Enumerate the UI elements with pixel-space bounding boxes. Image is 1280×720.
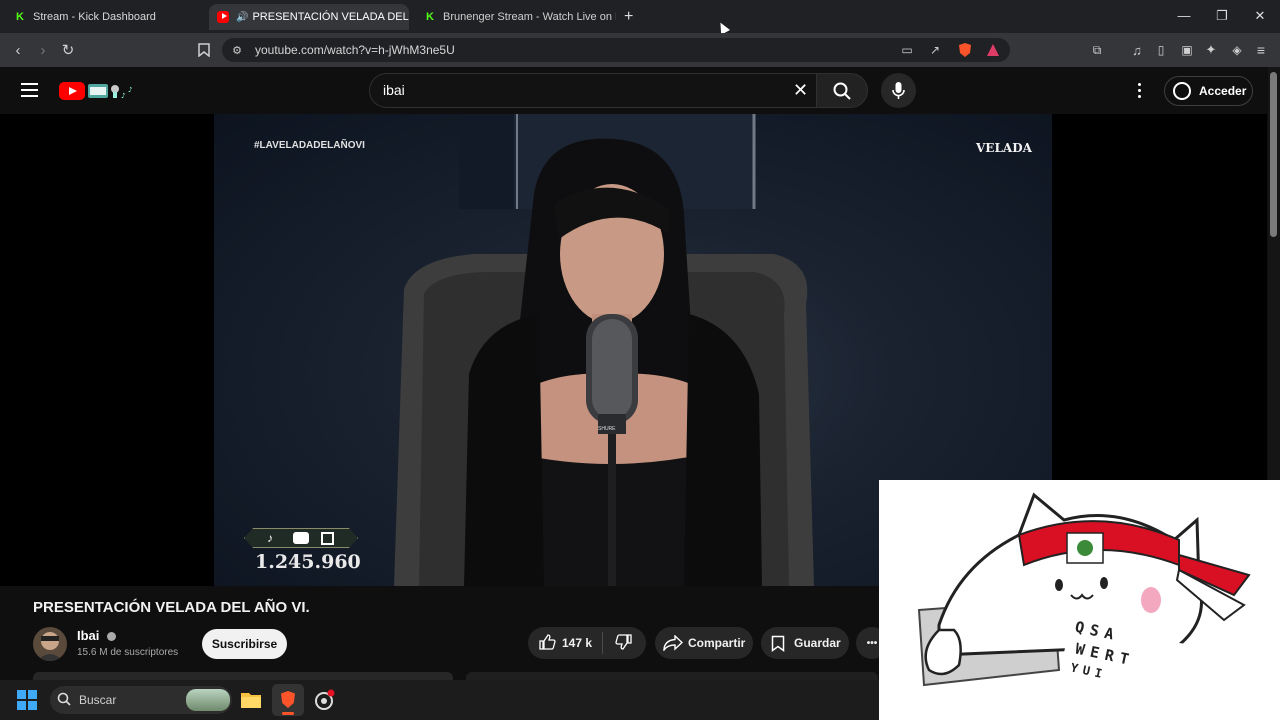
wallet-icon[interactable]: ▣ [1178, 41, 1196, 59]
obs-app-icon[interactable] [314, 689, 336, 711]
search-input[interactable] [369, 73, 817, 108]
key-t: T [1117, 648, 1137, 670]
clear-search-icon[interactable]: ✕ [793, 80, 808, 101]
channel-name[interactable]: Ibai [77, 628, 117, 643]
channel-avatar[interactable] [33, 627, 67, 661]
search-button[interactable] [816, 73, 868, 108]
tab-title: Stream - Kick Dashboard [33, 11, 156, 23]
minimize-button[interactable]: — [1174, 8, 1194, 23]
youtube-icon [217, 11, 229, 23]
mic-brand: SHURE [598, 426, 616, 432]
twitch-icon [321, 532, 334, 545]
share-button[interactable]: Compartir [655, 627, 753, 659]
tab-youtube-video[interactable]: 🔊 PRESENTACIÓN VELADA DEL ✕ [209, 4, 409, 30]
like-count: 147 k [562, 636, 593, 650]
tiktok-icon: ♪ [267, 531, 273, 545]
subscribe-button[interactable]: Suscribirse [202, 629, 287, 659]
like-dislike-group: 147 k [528, 627, 646, 659]
description-box[interactable] [33, 672, 453, 680]
cat-paw-pad [1141, 587, 1161, 613]
social-icons-bar: ♪ [244, 528, 358, 548]
kick-icon: K [16, 11, 24, 23]
recommendation-box[interactable] [466, 672, 878, 680]
brave-taskbar-icon[interactable] [272, 684, 304, 716]
svg-text:♪: ♪ [121, 92, 125, 100]
divider [602, 632, 604, 654]
settings-more-icon[interactable] [1138, 83, 1143, 98]
save-icon [771, 635, 785, 652]
save-label: Guardar [794, 636, 841, 650]
channel-name-text[interactable]: Ibai [77, 628, 99, 643]
tab-title: PRESENTACIÓN VELADA DEL [252, 11, 409, 23]
cat-eye-left [1055, 579, 1063, 591]
restore-button[interactable]: ❐ [1212, 8, 1232, 24]
forward-icon[interactable]: › [34, 41, 52, 59]
key-i: I [1093, 665, 1109, 682]
close-window-button[interactable]: ✕ [1250, 8, 1270, 24]
tab-kick-dashboard[interactable]: K Stream - Kick Dashboard [6, 4, 206, 30]
bongo-cat-overlay: QSA WERT YUI [879, 480, 1280, 720]
media-icon[interactable]: ♫ [1128, 41, 1146, 59]
account-icon [1173, 82, 1191, 100]
cast-icon[interactable]: ▭ [898, 41, 916, 59]
file-explorer-icon[interactable] [240, 689, 262, 709]
bookmark-icon[interactable] [195, 41, 213, 59]
screenshot-icon[interactable]: ⧉ [1088, 41, 1106, 59]
leo-ai-icon[interactable]: ✦ [1202, 41, 1220, 59]
peru-coat-of-arms-icon [1077, 540, 1093, 556]
key-a: A [1102, 623, 1122, 645]
youtube-doodle-logo[interactable]: ♪ ♪ [88, 81, 136, 101]
thumb-down-icon [615, 633, 632, 650]
hamburger-menu-icon[interactable] [21, 83, 38, 97]
verified-icon [107, 632, 117, 642]
url-text[interactable]: youtube.com/watch?v=h-jWhM3ne5U [255, 43, 455, 57]
site-info-icon[interactable]: ⚙ [228, 41, 246, 59]
velada-logo: VELADA [976, 141, 1032, 155]
speaker-icon: 🔊 [236, 11, 249, 23]
back-icon[interactable]: ‹ [9, 41, 27, 59]
brave-rewards-icon[interactable] [984, 41, 1002, 59]
vpn-icon[interactable]: ◈ [1228, 41, 1246, 59]
share-label: Compartir [688, 636, 746, 650]
scrollbar-thumb[interactable] [1270, 72, 1277, 237]
sign-in-button[interactable]: Acceder [1164, 76, 1253, 106]
video-hashtag: #LAVELADADELAÑOVI [254, 140, 365, 151]
sign-in-label: Acceder [1199, 84, 1247, 98]
windows-start-icon[interactable] [17, 690, 37, 710]
cat-eye-right [1100, 577, 1108, 589]
subscriber-count: 15.6 M de suscriptores [77, 647, 179, 658]
youtube-small-icon [293, 532, 309, 544]
viewer-counter: 1.245.960 [255, 551, 361, 573]
video-title: PRESENTACIÓN VELADA DEL AÑO VI. [33, 599, 310, 616]
search-query[interactable]: ibai [383, 82, 405, 98]
tab-brunenger-stream[interactable]: K Brunenger Stream - Watch Live on Ki [416, 4, 616, 30]
like-button[interactable] [538, 633, 556, 654]
share-arrow-icon [663, 635, 683, 651]
menu-icon[interactable]: ≡ [1252, 41, 1270, 59]
sidebar-icon[interactable]: ▯ [1152, 41, 1170, 59]
new-tab-button[interactable]: + [624, 8, 633, 26]
kick-icon: K [426, 11, 434, 23]
youtube-logo-icon[interactable] [59, 82, 85, 100]
share-icon[interactable]: ↗ [926, 41, 944, 59]
save-button[interactable]: Guardar [761, 627, 849, 659]
reload-icon[interactable]: ↻ [59, 41, 77, 59]
taskbar-search-icon [57, 692, 71, 711]
brave-shield-icon[interactable] [956, 41, 974, 59]
dislike-button[interactable] [615, 633, 633, 654]
tab-title: Brunenger Stream - Watch Live on Ki [443, 11, 616, 23]
voice-search-button[interactable] [881, 73, 916, 108]
taskbar-search-label: Buscar [79, 693, 117, 707]
svg-text:♪: ♪ [128, 86, 132, 94]
search-highlight-image [186, 689, 230, 711]
thumb-up-icon [539, 633, 556, 650]
